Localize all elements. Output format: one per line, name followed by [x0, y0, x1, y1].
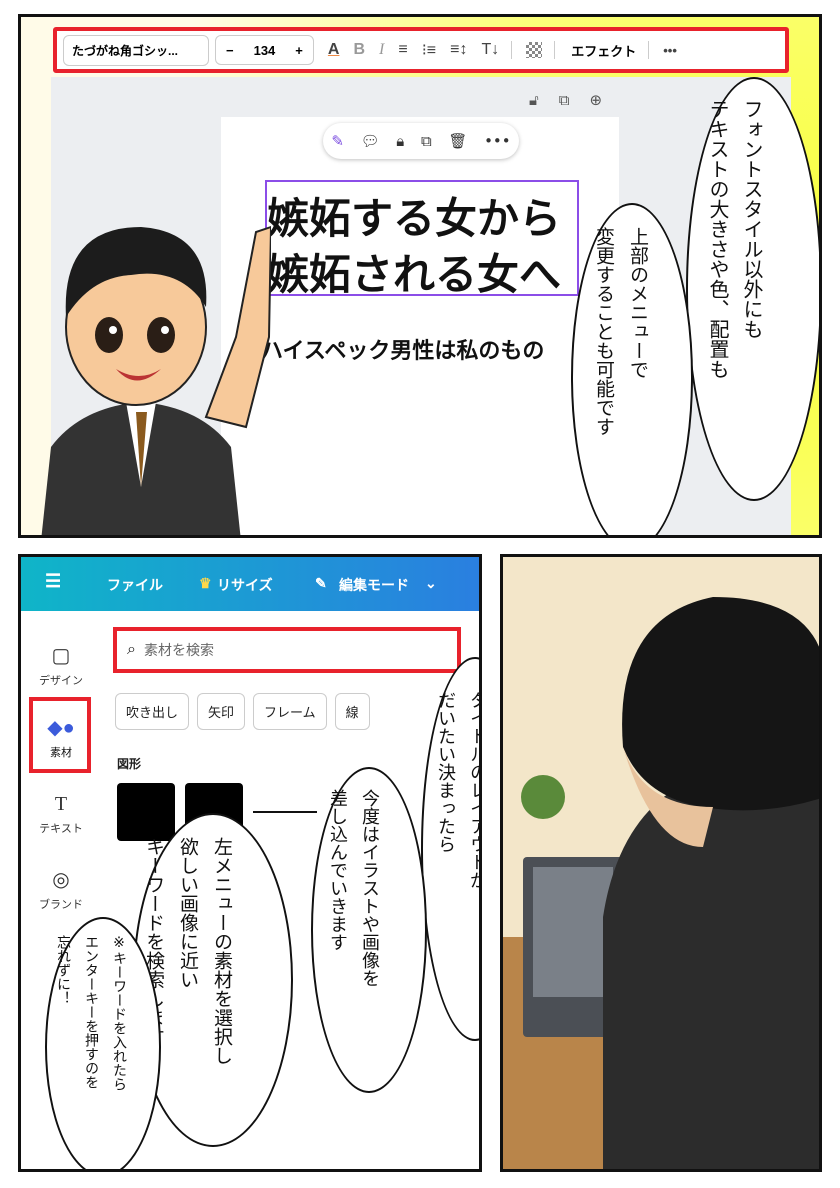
transparency-icon[interactable]: [526, 42, 543, 58]
businessman-back-view-panel: [500, 554, 822, 1172]
category-chips: 吹き出し 矢印 フレーム 線: [115, 693, 370, 730]
chip-speech-bubble[interactable]: 吹き出し: [115, 693, 190, 730]
speech-text: フォントスタイル以外にも テキストの大きさや色、配置も: [706, 99, 764, 379]
crown-icon: ♛: [199, 575, 212, 591]
speech-text: タイトルのレイアウトが だいたい決まったら: [435, 691, 482, 889]
toolbar-divider: [554, 41, 556, 59]
italic-icon[interactable]: I: [379, 41, 384, 59]
text-icon: T: [54, 793, 68, 815]
sidebar-item-design[interactable]: ▢ デザイン: [21, 643, 101, 688]
vertical-text-icon[interactable]: T↓: [481, 41, 499, 59]
element-search-input[interactable]: ⌕ 素材を検索: [113, 627, 461, 673]
chip-line[interactable]: 線: [334, 693, 370, 730]
text-color-icon[interactable]: A: [328, 41, 340, 59]
add-page-icon[interactable]: ⊕: [589, 91, 602, 109]
pencil-icon: ✎: [315, 575, 327, 591]
magic-edit-icon[interactable]: ✎: [331, 132, 344, 150]
canva-top-bar: ☰ ファイル ♛ リサイズ ✎ 編集モード ⌄: [21, 557, 479, 611]
text-formatting-toolbar: たづがね角ゴシッ... − 134 + A B I ≡ ⁝≡ ≡↕ T↓ エフェ…: [53, 27, 789, 73]
shape-line[interactable]: [253, 811, 317, 813]
align-icon[interactable]: ≡: [398, 41, 407, 59]
comment-icon[interactable]: 💬︎: [361, 132, 380, 150]
element-context-toolbar: ✎ 💬︎ 🔒︎ ⧉ 🗑︎ •••: [323, 123, 519, 159]
shapes-section-title: 図形: [117, 757, 142, 771]
font-family-select[interactable]: たづがね角ゴシッ...: [63, 34, 209, 66]
speech-text: 上部のメニューで 変更することも可能です: [593, 227, 649, 436]
chip-arrow[interactable]: 矢印: [197, 693, 246, 730]
chevron-down-icon[interactable]: ⌄: [425, 575, 437, 592]
design-title-line-1[interactable]: 嫉妬する女から: [267, 185, 561, 246]
brand-icon: ◎: [52, 869, 70, 891]
design-icon: ▢: [51, 645, 71, 667]
sidebar-item-text[interactable]: T テキスト: [21, 793, 101, 836]
duplicate-page-icon[interactable]: ⧉: [559, 91, 570, 109]
bold-icon[interactable]: B: [353, 41, 365, 59]
font-size-stepper[interactable]: − 134 +: [215, 35, 314, 65]
duplicate-icon[interactable]: ⧉: [421, 132, 432, 150]
toolbar-divider: [648, 41, 650, 59]
menu-icon[interactable]: ☰: [45, 571, 61, 592]
delete-icon[interactable]: 🗑︎: [448, 132, 467, 150]
top-comic-panel: たづがね角ゴシッ... − 134 + A B I ≡ ⁝≡ ≡↕ T↓ エフェ…: [18, 14, 822, 538]
design-title-line-2[interactable]: 嫉妬される女へ: [267, 241, 561, 302]
speech-text: ※キーワードを入れたら エンターキーを押すのを 忘れずに！: [55, 935, 127, 1091]
resize-button[interactable]: リサイズ: [217, 575, 273, 595]
shape-square[interactable]: [117, 783, 175, 841]
more-options-icon[interactable]: •••: [663, 43, 677, 58]
chip-frame[interactable]: フレーム: [253, 693, 327, 730]
more-icon[interactable]: •••: [484, 132, 511, 150]
design-subtitle[interactable]: ハイスペック男性は私のもの: [261, 333, 544, 365]
businessman-pointing-illustration: [41, 225, 271, 535]
canva-editor-panel: ☰ ファイル ♛ リサイズ ✎ 編集モード ⌄ ▢ デザイン ◆● 素材 T テ…: [18, 554, 482, 1172]
speech-text: 今度はイラストや画像を 差し込んでいきます: [327, 789, 380, 987]
line-spacing-icon[interactable]: ≡↕: [450, 41, 467, 59]
search-placeholder: 素材を検索: [143, 642, 214, 658]
elements-highlight-box: [29, 697, 91, 773]
businessman-at-laptop-illustration: [503, 597, 819, 1169]
lock-icon[interactable]: 🔓︎: [529, 91, 539, 109]
list-icon[interactable]: ⁝≡: [422, 40, 436, 60]
page-tools: 🔓︎ ⧉ ⊕: [529, 91, 602, 109]
search-icon: ⌕: [127, 641, 136, 658]
file-menu[interactable]: ファイル: [107, 575, 163, 595]
effects-button[interactable]: エフェクト: [571, 41, 636, 60]
toolbar-divider: [511, 41, 513, 59]
lock-icon[interactable]: 🔒︎: [396, 132, 404, 150]
font-size-decrease-button[interactable]: −: [216, 43, 244, 58]
edit-mode-dropdown[interactable]: 編集モード: [339, 575, 409, 595]
font-size-increase-button[interactable]: +: [285, 43, 313, 58]
font-size-value[interactable]: 134: [244, 43, 286, 58]
sidebar-item-brand[interactable]: ◎ ブランド: [21, 867, 101, 912]
